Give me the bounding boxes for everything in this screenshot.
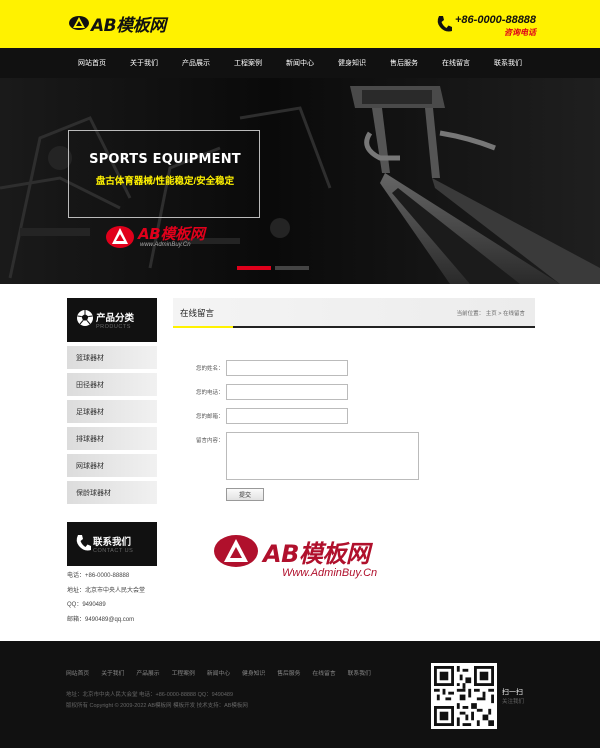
watermark-text: AB模板网 xyxy=(263,540,370,568)
footer-link[interactable]: 联系我们 xyxy=(348,668,371,677)
footer-link[interactable]: 工程案例 xyxy=(172,668,195,677)
banner-logo-text: AB模板网 xyxy=(138,225,205,243)
name-label: 您的姓名： xyxy=(196,366,224,372)
submit-button[interactable]: 提交 xyxy=(226,488,264,501)
qr-sublabel: 关注我们 xyxy=(502,699,525,705)
nav-item-about[interactable]: 关于我们 xyxy=(118,48,170,78)
watermark: AB模板网 Www.AdminBuy.Cn xyxy=(213,534,443,590)
banner-logo: AB模板网 www.AdminBuy.Cn xyxy=(105,223,235,253)
footer-nav: 网站首页 关于我们 产品展示 工程案例 新闻中心 健身知识 售后服务 在线留言 … xyxy=(66,668,371,677)
banner-title: SPORTS EQUIPMENT xyxy=(89,152,241,167)
category-list: 篮球器材 田径器材 足球器材 排球器材 网球器材 保龄球器材 xyxy=(67,346,157,504)
category-item[interactable]: 保龄球器材 xyxy=(67,481,157,504)
sidebar: 产品分类 PRODUCTS 篮球器材 田径器材 足球器材 排球器材 网球器材 保… xyxy=(67,298,157,504)
footer-link[interactable]: 产品展示 xyxy=(136,668,159,677)
page-title: 在线留言 xyxy=(180,308,215,318)
breadcrumb-home-link[interactable]: 主页 xyxy=(486,311,497,317)
footer-link[interactable]: 新闻中心 xyxy=(207,668,230,677)
phone-number: +86-0000-88888 xyxy=(455,14,537,26)
breadcrumb-current-link[interactable]: 在线留言 xyxy=(503,311,525,317)
email-label: 您的邮箱： xyxy=(196,414,224,420)
qr-label: 扫一扫 xyxy=(502,689,523,696)
phone-label: 您的电话： xyxy=(196,390,224,396)
footer-link[interactable]: 网站首页 xyxy=(66,668,89,677)
main-nav: 网站首页 关于我们 产品展示 工程案例 新闻中心 健身知识 售后服务 在线留言 … xyxy=(0,48,600,78)
breadcrumb-separator: > xyxy=(498,311,502,317)
logo-mark-icon xyxy=(69,16,89,30)
header-phone: +86-0000-88888 咨询电话 xyxy=(436,14,540,38)
logo-text: AB模板网 xyxy=(91,15,166,36)
breadcrumb: 当前位置： 主页 > 在线留言 xyxy=(457,309,525,317)
category-item[interactable]: 篮球器材 xyxy=(67,346,157,369)
nav-item-service[interactable]: 售后服务 xyxy=(378,48,430,78)
watermark-logo-icon xyxy=(214,535,258,567)
qr-code xyxy=(431,663,497,729)
phone-icon xyxy=(437,16,452,32)
category-item[interactable]: 排球器材 xyxy=(67,427,157,450)
nav-item-cases[interactable]: 工程案例 xyxy=(222,48,274,78)
footer-link[interactable]: 关于我们 xyxy=(101,668,124,677)
banner-subtitle: 盘古体育器械/性能稳定/安全稳定 xyxy=(95,176,235,187)
contact-qq: QQ：9490489 xyxy=(67,602,106,608)
nav-item-home[interactable]: 网站首页 xyxy=(66,48,118,78)
category-subtitle: PRODUCTS xyxy=(96,324,131,330)
slider-dot-1[interactable] xyxy=(237,266,271,270)
category-header: 产品分类 PRODUCTS xyxy=(67,298,157,342)
contact-phone: 电话：+86-0000-88888 xyxy=(67,573,130,579)
ball-icon xyxy=(77,310,93,326)
slider-pagination xyxy=(237,266,309,270)
category-item[interactable]: 田径器材 xyxy=(67,373,157,396)
site-header: AB模板网 +86-0000-88888 咨询电话 xyxy=(0,0,600,48)
footer-copyright: 版权所有 Copyright © 2009-2022 AB模板网 模板开发 技术… xyxy=(66,703,248,709)
content-header: 在线留言 当前位置： 主页 > 在线留言 xyxy=(173,298,535,328)
contact-address: 地址：北京市中央人民大会堂 xyxy=(67,587,146,594)
slider-dot-2[interactable] xyxy=(275,266,309,270)
category-item[interactable]: 网球器材 xyxy=(67,454,157,477)
hero-banner: SPORTS EQUIPMENT 盘古体育器械/性能稳定/安全稳定 AB模板网 … xyxy=(0,78,600,284)
nav-item-message[interactable]: 在线留言 xyxy=(430,48,482,78)
qr-code-image xyxy=(434,666,494,726)
footer-address: 地址：北京市中央人民大会堂 电话：+86-0000-88888 QQ：94904… xyxy=(66,692,234,698)
email-input[interactable] xyxy=(226,408,348,424)
category-item[interactable]: 足球器材 xyxy=(67,400,157,423)
title-underline xyxy=(173,326,233,328)
banner-text-box: SPORTS EQUIPMENT 盘古体育器械/性能稳定/安全稳定 xyxy=(68,130,260,218)
phone-icon xyxy=(76,535,91,551)
nav-item-products[interactable]: 产品展示 xyxy=(170,48,222,78)
footer-link[interactable]: 健身知识 xyxy=(242,668,265,677)
contact-subtitle: CONTACT US xyxy=(93,548,134,554)
nav-item-news[interactable]: 新闻中心 xyxy=(274,48,326,78)
banner-logo-icon xyxy=(106,226,134,248)
phone-input[interactable] xyxy=(226,384,348,400)
category-title: 产品分类 xyxy=(96,313,135,324)
banner-logo-sub: www.AdminBuy.Cn xyxy=(140,242,191,248)
site-logo[interactable]: AB模板网 xyxy=(68,12,166,36)
nav-item-fitness[interactable]: 健身知识 xyxy=(326,48,378,78)
message-label: 留言内容： xyxy=(196,438,224,444)
footer-link[interactable]: 在线留言 xyxy=(312,668,335,677)
contact-email: 邮箱：9490489@qq.com xyxy=(67,616,135,623)
contact-title: 联系我们 xyxy=(93,537,132,548)
contact-header: 联系我们 CONTACT US xyxy=(67,522,157,566)
name-input[interactable] xyxy=(226,360,348,376)
nav-item-contact[interactable]: 联系我们 xyxy=(482,48,534,78)
watermark-url: Www.AdminBuy.Cn xyxy=(282,567,378,579)
footer-link[interactable]: 售后服务 xyxy=(277,668,300,677)
breadcrumb-prefix: 当前位置： xyxy=(456,311,485,317)
contact-info: 电话：+86-0000-88888 地址：北京市中央人民大会堂 QQ：94904… xyxy=(67,572,187,630)
phone-label: 咨询电话 xyxy=(504,28,536,37)
message-textarea[interactable] xyxy=(226,432,419,480)
